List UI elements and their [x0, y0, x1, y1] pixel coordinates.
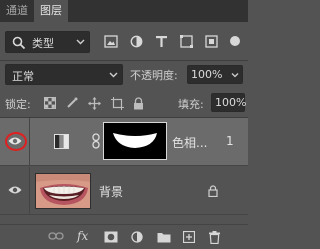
panel-tabs: 通道 图层 — [0, 0, 248, 22]
lock-row: 锁定: 填充: 100% — [0, 92, 248, 114]
divider — [0, 60, 248, 61]
lock-label: 锁定: — [5, 98, 31, 111]
group-icon[interactable] — [157, 231, 171, 243]
visibility-toggle[interactable] — [0, 167, 30, 215]
lock-all-icon[interactable] — [133, 97, 144, 110]
opacity-value: 100% — [191, 68, 223, 81]
fill-field[interactable]: 100% — [211, 93, 247, 112]
opacity-field[interactable]: 100% — [187, 65, 243, 84]
blend-mode-select[interactable]: 正常 — [5, 64, 123, 85]
layers-bottom-toolbar: fx — [0, 224, 248, 249]
lock-transparent-pixels-icon[interactable] — [44, 97, 56, 109]
adjustment-layer-icon[interactable] — [131, 231, 143, 243]
highlight-ring — [5, 132, 27, 151]
lock-icon — [208, 185, 218, 197]
layer-row-hue-saturation[interactable]: 色相... 1 — [0, 118, 248, 166]
text-filter-icon[interactable] — [155, 35, 168, 48]
add-mask-icon[interactable] — [104, 231, 118, 243]
layer-name: 背景 — [99, 185, 124, 199]
smile-photo-image — [36, 174, 90, 208]
eye-icon — [8, 186, 22, 194]
layer-name-suffix: 1 — [226, 134, 234, 148]
layer-mask-thumbnail[interactable] — [103, 122, 167, 160]
adjustment-filter-icon[interactable] — [130, 35, 143, 48]
chain-link-icon[interactable] — [92, 133, 100, 149]
filter-toggle-icon[interactable] — [229, 35, 241, 47]
tab-layers[interactable]: 图层 — [34, 0, 68, 22]
search-icon — [12, 36, 26, 50]
chevron-down-icon — [231, 73, 239, 78]
filter-kind-select[interactable]: 类型 — [5, 31, 90, 53]
filter-kind-label: 类型 — [32, 37, 54, 50]
visibility-toggle[interactable] — [0, 118, 30, 166]
blend-row: 正常 不透明度: 100% — [0, 64, 248, 86]
lock-position-icon[interactable] — [88, 97, 101, 110]
image-filter-icon[interactable] — [104, 35, 118, 48]
lock-artboard-icon[interactable] — [111, 97, 124, 110]
lock-image-pixels-icon[interactable] — [66, 97, 78, 109]
fx-icon[interactable]: fx — [77, 229, 88, 243]
chevron-down-icon — [109, 72, 118, 78]
fill-value: 100% — [215, 96, 247, 109]
fill-label: 填充: — [178, 98, 204, 111]
layer-name: 色相... — [172, 136, 208, 150]
new-layer-icon[interactable] — [183, 231, 195, 243]
adjustment-layer-thumbnail-icon — [54, 134, 69, 149]
chevron-down-icon — [76, 39, 85, 45]
opacity-label: 不透明度: — [130, 69, 178, 82]
mask-shape — [113, 133, 157, 148]
smart-object-filter-icon[interactable] — [205, 35, 218, 48]
layer-row-background[interactable]: 背景 — [0, 167, 248, 215]
trash-icon[interactable] — [209, 231, 220, 244]
blend-mode-value: 正常 — [12, 70, 34, 83]
layer-filter-row: 类型 — [0, 30, 248, 56]
shape-filter-icon[interactable] — [180, 35, 193, 48]
layer-thumbnail[interactable] — [35, 173, 91, 209]
tab-channels[interactable]: 通道 — [0, 0, 34, 22]
link-layers-icon[interactable] — [48, 231, 64, 241]
